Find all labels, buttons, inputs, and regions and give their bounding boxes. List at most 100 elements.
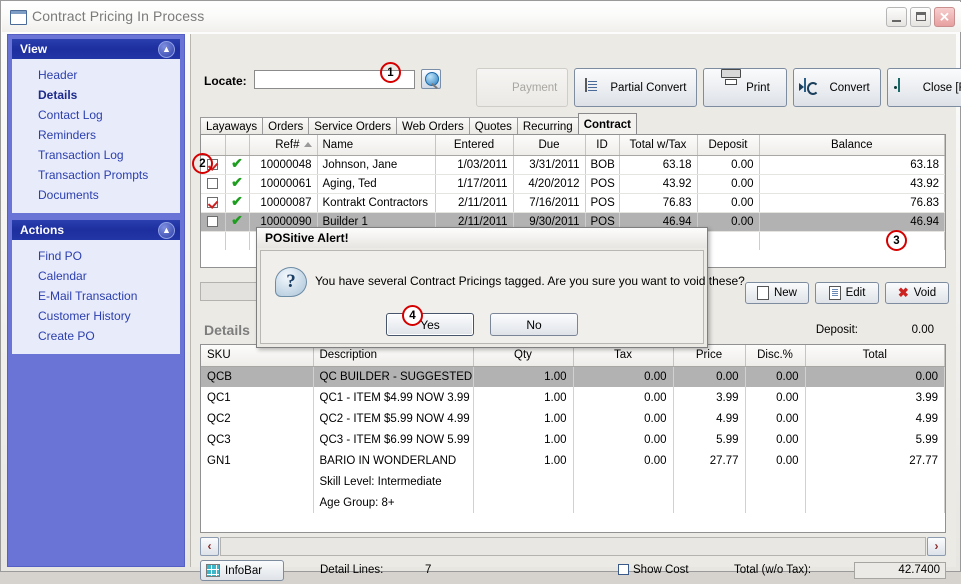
dcolumn-total[interactable]: Total	[805, 345, 945, 367]
column-total-tax[interactable]: Total w/Tax	[619, 135, 698, 156]
sidebar-item-customer-history[interactable]: Customer History	[12, 306, 180, 326]
tab-service-orders[interactable]: Service Orders	[308, 117, 397, 134]
new-button[interactable]: New	[745, 282, 809, 304]
grid-header-row: Ref# Name Entered Due ID Total w/Tax Dep…	[201, 135, 945, 156]
partial-convert-button[interactable]: Partial Convert	[574, 68, 698, 107]
detail-total: 5.99	[805, 429, 945, 450]
detail-row[interactable]: GN1 BARIO IN WONDERLAND 1.00 0.00 27.77 …	[201, 450, 945, 471]
scroll-left-button[interactable]: ‹	[200, 537, 219, 556]
infobar-button[interactable]: InfoBar	[200, 560, 284, 581]
close-f10-button[interactable]: Close [F10]	[886, 68, 961, 107]
chevron-up-icon[interactable]: ▲	[158, 41, 175, 58]
sidebar-item-email-transaction[interactable]: E-Mail Transaction	[12, 286, 180, 306]
void-button[interactable]: ✖ Void	[885, 282, 949, 304]
row-status-cell: ✔	[225, 212, 250, 232]
column-name[interactable]: Name	[317, 135, 436, 156]
row-tag-checkbox-cell[interactable]	[201, 212, 226, 232]
table-row[interactable]: ✔ 10000048 Johnson, Jane 1/03/2011 3/31/…	[201, 155, 945, 175]
dcolumn-tax[interactable]: Tax	[573, 345, 674, 367]
edit-button[interactable]: Edit	[815, 282, 879, 304]
row-name: Aging, Ted	[317, 174, 436, 194]
sidebar-item-details[interactable]: Details	[12, 85, 180, 105]
sidebar-item-contact-log[interactable]: Contact Log	[12, 105, 180, 125]
chevron-up-icon[interactable]: ▲	[158, 222, 175, 239]
row-entered: 1/17/2011	[435, 174, 514, 194]
detail-sku: QC1	[201, 387, 314, 408]
column-status[interactable]	[225, 135, 250, 156]
close-button[interactable]: ✕	[934, 7, 955, 27]
table-row[interactable]: ✔ 10000087 Kontrakt Contractors 2/11/201…	[201, 193, 945, 213]
sort-ascending-icon	[303, 142, 312, 148]
scroll-track[interactable]	[220, 537, 926, 556]
detail-sub-text: Skill Level: Intermediate	[313, 471, 474, 492]
close-f10-button-label: Close [F10]	[922, 81, 961, 94]
column-deposit[interactable]: Deposit	[697, 135, 760, 156]
column-tag[interactable]	[201, 135, 226, 156]
tag-checkbox[interactable]	[207, 196, 219, 208]
detail-row[interactable]: QC3 QC3 - ITEM $6.99 NOW 5.99 1.00 0.00 …	[201, 429, 945, 450]
sidebar-item-find-po[interactable]: Find PO	[12, 246, 180, 266]
sidebar-item-create-po[interactable]: Create PO	[12, 326, 180, 346]
detail-disc: 0.00	[745, 408, 806, 429]
dcolumn-price[interactable]: Price	[673, 345, 746, 367]
row-ref: 10000061	[249, 174, 318, 194]
dialog-no-button[interactable]: No	[490, 313, 578, 336]
sidebar-item-reminders[interactable]: Reminders	[12, 125, 180, 145]
column-balance[interactable]: Balance	[759, 135, 945, 156]
detail-subrow: Skill Level: Intermediate	[201, 471, 945, 492]
alert-dialog-buttons: Yes No	[261, 313, 703, 336]
detail-total: 27.77	[805, 450, 945, 471]
sidebar-item-documents[interactable]: Documents	[12, 185, 180, 205]
application-window: Contract Pricing In Process ✕ View ▲ Hea…	[0, 0, 961, 581]
tab-layaways[interactable]: Layaways	[200, 117, 264, 134]
payment-button[interactable]: Payment	[476, 68, 569, 107]
row-id: BOB	[585, 155, 620, 175]
dcolumn-description[interactable]: Description	[313, 345, 474, 367]
tab-recurring[interactable]: Recurring	[516, 117, 579, 134]
sidebar-item-calendar[interactable]: Calendar	[12, 266, 180, 286]
sidebar-group-actions-header[interactable]: Actions ▲	[12, 220, 180, 240]
locate-search-button[interactable]	[421, 69, 441, 90]
detail-row[interactable]: QCB QC BUILDER - SUGGESTED ITEMS 1.00 0.…	[201, 366, 945, 387]
convert-button[interactable]: Convert	[793, 68, 881, 107]
maximize-button[interactable]	[910, 7, 931, 27]
detail-tax: 0.00	[573, 429, 674, 450]
table-row[interactable]: ✔ 10000061 Aging, Ted 1/17/2011 4/20/201…	[201, 174, 945, 194]
infobar-button-label: InfoBar	[225, 564, 263, 577]
dcolumn-qty[interactable]: Qty	[473, 345, 574, 367]
scroll-right-button[interactable]: ›	[927, 537, 946, 556]
dialog-yes-button[interactable]: Yes	[386, 313, 474, 336]
row-tag-checkbox-cell[interactable]	[201, 193, 226, 213]
dcolumn-disc[interactable]: Disc.%	[745, 345, 806, 367]
tab-contract[interactable]: Contract	[577, 113, 637, 134]
partial-convert-button-label: Partial Convert	[610, 81, 687, 94]
column-entered[interactable]: Entered	[435, 135, 514, 156]
dcolumn-sku[interactable]: SKU	[201, 345, 314, 367]
column-ref[interactable]: Ref#	[249, 135, 318, 156]
row-total: 43.92	[619, 174, 698, 194]
tab-orders[interactable]: Orders	[262, 117, 310, 134]
minimize-button[interactable]	[886, 7, 907, 27]
details-header-row: SKU Description Qty Tax Price Disc.% Tot…	[201, 345, 945, 367]
column-due[interactable]: Due	[513, 135, 586, 156]
window-controls: ✕	[886, 7, 955, 27]
row-due: 3/31/2011	[513, 155, 586, 175]
print-button[interactable]: Print	[703, 68, 788, 107]
sidebar-group-view-header[interactable]: View ▲	[12, 39, 180, 59]
row-name: Johnson, Jane	[317, 155, 436, 175]
sidebar-item-transaction-log[interactable]: Transaction Log	[12, 145, 180, 165]
tab-web-orders[interactable]: Web Orders	[395, 117, 470, 134]
column-id[interactable]: ID	[585, 135, 620, 156]
show-cost-checkbox-wrap[interactable]: Show Cost	[618, 564, 689, 576]
sidebar-item-header[interactable]: Header	[12, 65, 180, 85]
row-tag-checkbox-cell[interactable]	[201, 174, 226, 194]
detail-row[interactable]: QC2 QC2 - ITEM $5.99 NOW 4.99 1.00 0.00 …	[201, 408, 945, 429]
detail-desc: BARIO IN WONDERLAND	[313, 450, 474, 471]
tag-checkbox[interactable]	[207, 177, 219, 189]
detail-row[interactable]: QC1 QC1 - ITEM $4.99 NOW 3.99 1.00 0.00 …	[201, 387, 945, 408]
tag-checkbox[interactable]	[207, 215, 219, 227]
tab-quotes[interactable]: Quotes	[468, 117, 518, 134]
sidebar-item-transaction-prompts[interactable]: Transaction Prompts	[12, 165, 180, 185]
show-cost-checkbox[interactable]	[618, 564, 629, 576]
details-horizontal-scrollbar[interactable]: ‹ ›	[200, 537, 946, 557]
